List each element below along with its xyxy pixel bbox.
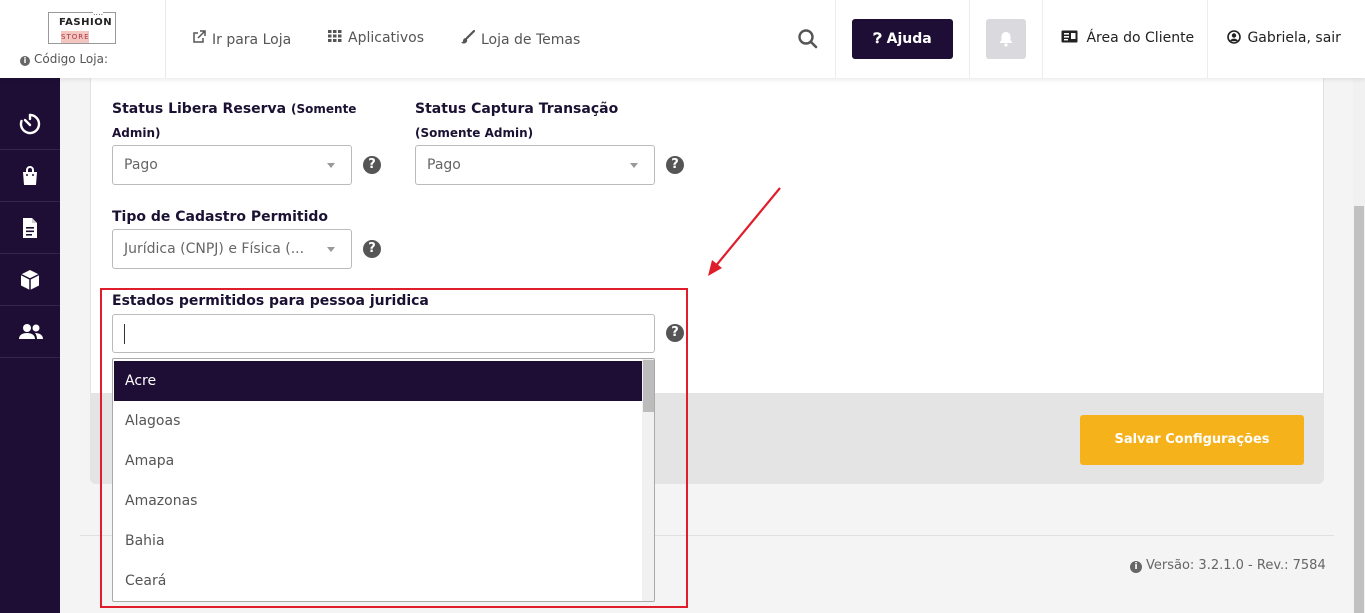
chevron-down-icon xyxy=(327,163,335,168)
estados-option[interactable]: Amapa xyxy=(114,441,642,481)
nav-themes-label: Loja de Temas xyxy=(481,32,581,48)
top-bar: FASHION STORE .... i Código Loja: Ir para… xyxy=(0,0,1365,78)
chevron-down-icon xyxy=(630,163,638,168)
nav-apps-link[interactable]: Aplicativos xyxy=(328,30,424,46)
user-logout-link[interactable]: Gabriela, sair xyxy=(1227,30,1341,46)
search-icon[interactable] xyxy=(797,28,819,50)
question-icon: ❓︎ xyxy=(873,31,882,47)
user-circle-icon xyxy=(1227,30,1247,46)
estados-option[interactable]: Alagoas xyxy=(114,401,642,441)
status-captura-label-note: (Somente Admin) xyxy=(415,126,534,140)
divider xyxy=(835,0,836,78)
status-reserva-label-note: (Somente xyxy=(291,102,357,116)
box-icon xyxy=(20,270,40,290)
shopping-bag-icon xyxy=(23,166,37,185)
logo-area: FASHION STORE .... i Código Loja: xyxy=(0,0,166,78)
chevron-down-icon xyxy=(327,247,335,252)
page-scrollbar-thumb[interactable] xyxy=(1354,206,1364,613)
estados-option[interactable]: Bahia xyxy=(114,521,642,561)
external-link-icon xyxy=(192,30,206,48)
divider xyxy=(1042,0,1043,78)
info-icon: i xyxy=(1130,561,1142,573)
bell-icon xyxy=(1000,32,1012,47)
status-captura-value: Pago xyxy=(427,157,461,173)
notifications-button[interactable] xyxy=(986,19,1026,59)
status-reserva-label: Status Libera Reserva (Somente xyxy=(112,101,356,117)
timer-icon xyxy=(19,113,41,135)
divider xyxy=(1207,0,1208,78)
brush-icon xyxy=(461,29,476,48)
estados-dropdown: Acre Alagoas Amapa Amazonas Bahia Ceará xyxy=(112,358,655,602)
help-circle-icon[interactable]: ? xyxy=(363,240,381,258)
estados-label: Estados permitidos para pessoa juridica xyxy=(112,293,429,309)
sidebar xyxy=(0,78,60,613)
estados-option[interactable]: Acre xyxy=(114,361,642,401)
store-logo[interactable]: FASHION STORE .... xyxy=(48,8,116,44)
user-logout-label: Gabriela, sair xyxy=(1247,30,1341,46)
client-area-link[interactable]: Área do Cliente xyxy=(1061,30,1194,46)
help-circle-icon[interactable]: ? xyxy=(666,324,684,342)
status-reserva-label-line2: Admin) xyxy=(112,125,161,141)
nav-themes-link[interactable]: Loja de Temas xyxy=(461,29,581,48)
status-reserva-label-text: Status Libera Reserva xyxy=(112,101,287,117)
nav-store-label: Ir para Loja xyxy=(212,32,292,48)
info-icon: i xyxy=(20,56,30,66)
client-area-label: Área do Cliente xyxy=(1086,30,1195,46)
dropdown-scrollbar-track[interactable] xyxy=(642,359,654,601)
sidebar-item-orders[interactable] xyxy=(0,150,60,202)
sidebar-item-products[interactable] xyxy=(0,254,60,306)
sidebar-item-customers[interactable] xyxy=(0,306,60,358)
document-icon xyxy=(23,218,37,238)
tipo-cadastro-value: Jurídica (CNPJ) e Física (... xyxy=(124,241,305,257)
help-circle-icon[interactable]: ? xyxy=(666,156,684,174)
divider xyxy=(969,0,970,78)
store-code-label: Código Loja: xyxy=(34,52,108,66)
dropdown-scrollbar-thumb[interactable] xyxy=(643,360,654,412)
users-icon xyxy=(19,324,43,339)
help-button-label: Ajuda xyxy=(886,31,932,47)
help-button[interactable]: ❓︎ Ajuda xyxy=(852,19,953,59)
store-code: i Código Loja: xyxy=(20,52,108,66)
status-reserva-select[interactable]: Pago xyxy=(112,145,352,185)
status-captura-select[interactable]: Pago xyxy=(415,145,655,185)
status-captura-label-text: Status Captura Transação xyxy=(415,101,619,117)
id-card-icon xyxy=(1061,30,1086,46)
status-captura-label: Status Captura Transação xyxy=(415,101,618,117)
status-reserva-label-note-2: Admin) xyxy=(112,126,161,140)
status-reserva-value: Pago xyxy=(124,157,158,173)
sidebar-item-dashboard[interactable] xyxy=(0,98,60,150)
logo-text-secondary: STORE xyxy=(61,31,90,43)
status-captura-label-line2: (Somente Admin) xyxy=(415,125,533,141)
estados-search-input[interactable] xyxy=(112,314,655,353)
help-circle-icon[interactable]: ? xyxy=(363,156,381,174)
estados-option[interactable]: Ceará xyxy=(114,561,642,601)
logo-decoration: .... xyxy=(93,8,104,17)
version-text: Versão: 3.2.1.0 - Rev.: 7584 xyxy=(1146,558,1326,573)
logo-text-primary: FASHION xyxy=(59,17,113,28)
nav-apps-label: Aplicativos xyxy=(348,30,425,46)
grid-icon xyxy=(328,30,342,46)
nav-store-link[interactable]: Ir para Loja xyxy=(192,30,291,48)
save-settings-button[interactable]: Salvar Configurações xyxy=(1080,415,1304,465)
annotation-arrow-icon xyxy=(708,187,781,276)
tipo-cadastro-label: Tipo de Cadastro Permitido xyxy=(112,209,329,225)
tipo-cadastro-select[interactable]: Jurídica (CNPJ) e Física (... xyxy=(112,229,352,269)
version-info: i Versão: 3.2.1.0 - Rev.: 7584 xyxy=(1130,558,1326,573)
sidebar-item-content[interactable] xyxy=(0,202,60,254)
text-cursor xyxy=(124,324,125,344)
estados-option[interactable]: Amazonas xyxy=(114,481,642,521)
